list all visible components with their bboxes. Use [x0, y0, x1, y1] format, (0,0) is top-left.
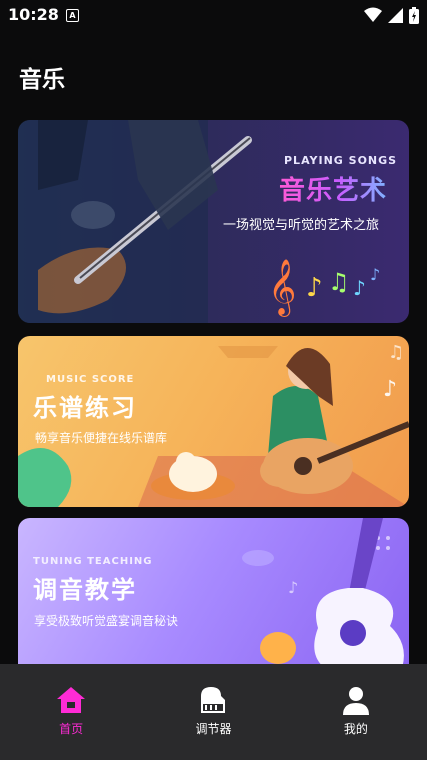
card-subtitle: PLAYING SONGS	[284, 154, 398, 167]
card-description: 畅享音乐便捷在线乐谱库	[35, 431, 168, 445]
svg-text:♪: ♪	[370, 265, 380, 284]
card-music-art[interactable]: 𝄞 ♪ ♫ ♪ ♪ PLAYING SONGS 音乐艺术 一场视觉与听觉的艺术之…	[18, 120, 409, 323]
nav-item-home[interactable]: 首页	[0, 664, 142, 760]
card-description: 一场视觉与听觉的艺术之旅	[223, 218, 380, 233]
nav-label: 我的	[343, 722, 368, 736]
svg-text:♫: ♫	[388, 342, 404, 363]
page-title: 音乐	[19, 67, 65, 93]
wifi-icon	[364, 7, 382, 22]
user-icon	[342, 687, 369, 715]
svg-text:♪: ♪	[383, 377, 397, 402]
status-bar: 10:28 A	[0, 0, 427, 30]
card-title: 音乐艺术	[279, 170, 387, 207]
card-description: 享受极致听觉盛宴调音秘诀	[34, 614, 179, 628]
card-title: 乐谱练习	[33, 394, 137, 422]
status-icons	[364, 6, 419, 24]
card-subtitle: TUNING TEACHING	[33, 556, 153, 567]
signal-icon	[388, 7, 403, 23]
bottom-nav: 首页 调节器 我的	[0, 664, 427, 760]
home-icon	[57, 687, 86, 713]
card-music-score[interactable]: ♪ ♫ MUSIC SCORE 乐谱练习 畅享音乐便捷在线乐谱库	[18, 336, 409, 507]
card-tuning-teaching[interactable]: ♪ TUNING TEACHING 调音教学 享受极致听觉盛宴调音秘诀	[18, 518, 409, 678]
piano-icon	[201, 687, 226, 713]
svg-text:♫: ♫	[328, 268, 350, 296]
card-title: 调音教学	[33, 576, 137, 604]
nav-item-mine[interactable]: 我的	[285, 664, 427, 760]
battery-icon	[409, 6, 419, 24]
svg-text:♪: ♪	[288, 578, 298, 597]
notification-icon: A	[66, 9, 79, 22]
svg-text:♪: ♪	[306, 273, 323, 303]
status-time: 10:28	[8, 5, 59, 24]
svg-text:𝄞: 𝄞	[268, 259, 296, 317]
nav-label: 首页	[59, 722, 84, 736]
card-subtitle: MUSIC SCORE	[46, 374, 135, 385]
svg-text:♪: ♪	[353, 276, 366, 300]
nav-label: 调节器	[195, 722, 232, 736]
nav-item-tuner[interactable]: 调节器	[142, 664, 284, 760]
